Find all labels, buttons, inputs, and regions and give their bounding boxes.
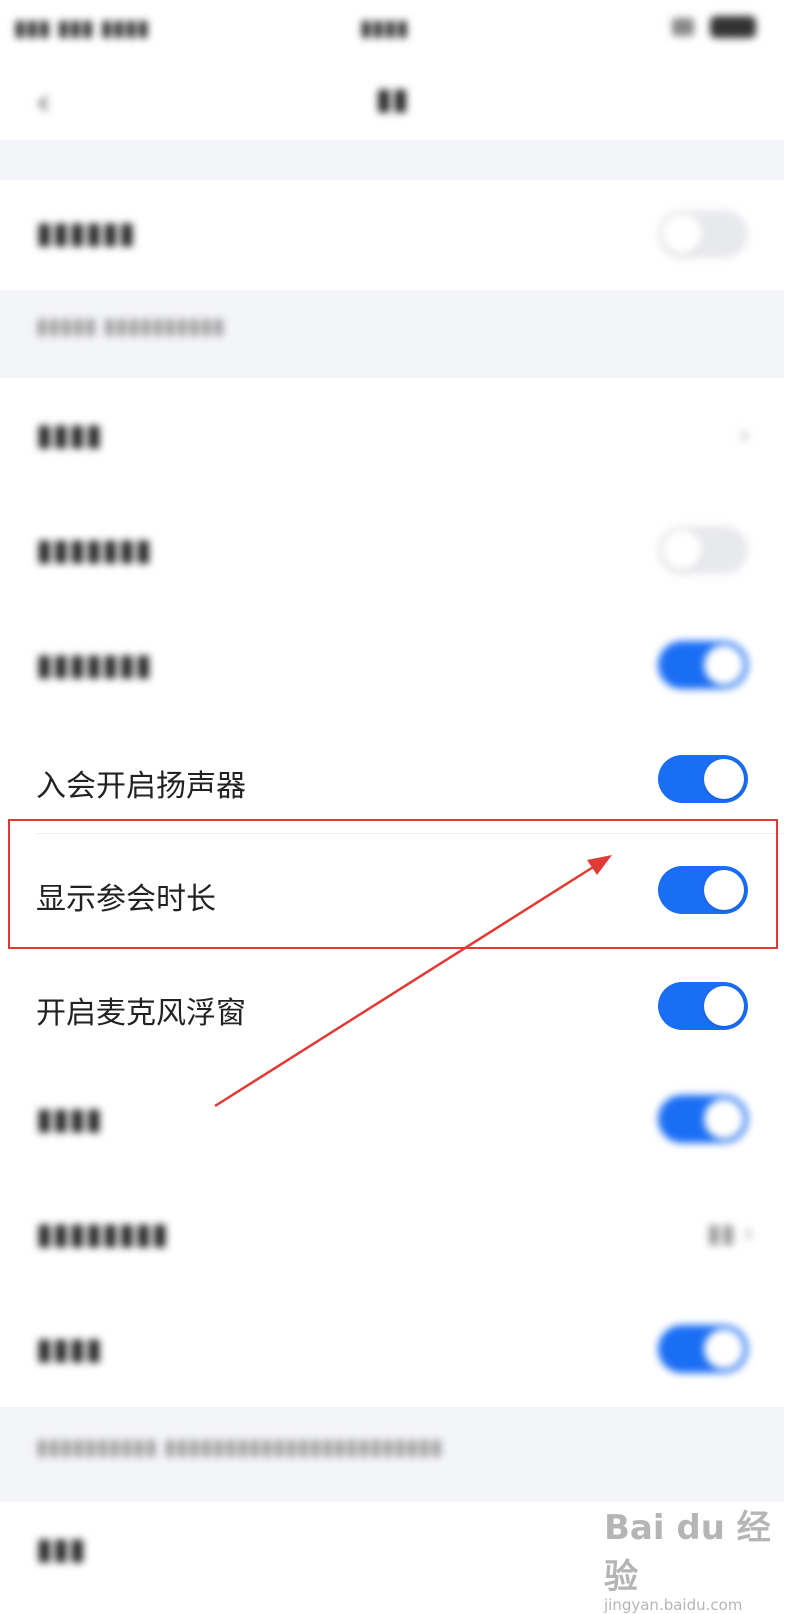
row-label-blurred: ▮▮▮▮▮▮▮ bbox=[36, 533, 152, 568]
show-meeting-duration-toggle[interactable] bbox=[658, 866, 748, 914]
status-time: ▮▮▮▮ bbox=[360, 16, 409, 41]
settings-row-blurred[interactable]: ▮▮▮▮▮▮▮ bbox=[0, 493, 784, 608]
status-bar: ▮▮▮ ▮▮▮ ▮▮▮▮ ▮▮▮▮ bbox=[0, 0, 784, 60]
signal-icon bbox=[672, 18, 694, 36]
toggle-switch-blurred[interactable] bbox=[658, 210, 748, 258]
toggle-switch-blurred[interactable] bbox=[658, 1095, 748, 1143]
settings-row-blurred[interactable]: ▮▮▮▮ › bbox=[0, 378, 784, 493]
note-text-blurred: ▮▮▮▮▮ ▮▮▮▮▮▮▮▮▮▮ bbox=[36, 314, 225, 339]
section-note: ▮▮▮▮▮▮▮▮▮▮ ▮▮▮▮▮▮▮▮▮▮▮▮▮▮▮▮▮▮▮▮▮▮▮ bbox=[0, 1407, 784, 1502]
settings-row-blurred[interactable]: ▮▮▮▮ bbox=[0, 1292, 784, 1407]
toggle-switch-blurred[interactable] bbox=[658, 526, 748, 574]
chevron-right-icon: › bbox=[738, 418, 750, 451]
section-gap bbox=[0, 140, 784, 180]
row-label-blurred: ▮▮▮▮▮▮ bbox=[36, 216, 136, 251]
section-note: ▮▮▮▮▮ ▮▮▮▮▮▮▮▮▮▮ bbox=[0, 290, 784, 378]
row-label-blurred: ▮▮▮ bbox=[36, 1532, 86, 1567]
settings-row-blurred[interactable]: ▮▮▮▮▮▮▮ bbox=[0, 608, 784, 723]
watermark-site: jingyan.baidu.com bbox=[604, 1596, 743, 1614]
mic-floating-window-toggle[interactable] bbox=[658, 982, 748, 1030]
toggle-switch-blurred[interactable] bbox=[658, 641, 748, 689]
battery-icon bbox=[710, 16, 756, 38]
row-label-blurred: ▮▮▮▮ bbox=[36, 1102, 103, 1137]
page-title: ▮▮ bbox=[375, 82, 409, 117]
row-label-blurred: ▮▮▮▮ bbox=[36, 1332, 103, 1367]
note-text-blurred: ▮▮▮▮▮▮▮▮▮▮ ▮▮▮▮▮▮▮▮▮▮▮▮▮▮▮▮▮▮▮▮▮▮▮ bbox=[36, 1435, 443, 1460]
carrier-info: ▮▮▮ ▮▮▮ ▮▮▮▮ bbox=[14, 16, 150, 41]
settings-row-blurred[interactable]: ▮▮▮▮▮▮ bbox=[0, 180, 784, 290]
settings-row-speaker-on-join[interactable]: 入会开启扬声器 bbox=[0, 723, 784, 833]
nav-bar: ‹ ▮▮ bbox=[0, 60, 784, 140]
toggle-switch-blurred[interactable] bbox=[658, 1325, 748, 1373]
watermark-brand: Bai du 经验 bbox=[604, 1508, 771, 1597]
settings-row-show-meeting-duration[interactable]: 显示参会时长 bbox=[0, 834, 784, 948]
row-label: 入会开启扬声器 bbox=[36, 769, 246, 804]
row-label: 显示参会时长 bbox=[36, 882, 216, 917]
toggle-knob bbox=[704, 759, 744, 799]
row-value-blurred: ▮▮ › bbox=[706, 1219, 754, 1249]
settings-row-mic-floating-window[interactable]: 开启麦克风浮窗 bbox=[0, 950, 784, 1062]
watermark: Bai du 经验 jingyan.baidu.com bbox=[604, 1500, 784, 1614]
row-label-blurred: ▮▮▮▮▮▮▮▮ bbox=[36, 1217, 169, 1252]
row-label: 开启麦克风浮窗 bbox=[36, 996, 246, 1031]
row-label-blurred: ▮▮▮▮▮▮▮ bbox=[36, 648, 152, 683]
settings-row-blurred[interactable]: ▮▮▮▮ bbox=[0, 1062, 784, 1177]
toggle-knob bbox=[704, 870, 744, 910]
row-label-blurred: ▮▮▮▮ bbox=[36, 418, 103, 453]
speaker-on-join-toggle[interactable] bbox=[658, 755, 748, 803]
settings-row-blurred[interactable]: ▮▮▮▮▮▮▮▮ ▮▮ › bbox=[0, 1177, 784, 1292]
toggle-knob bbox=[704, 986, 744, 1026]
